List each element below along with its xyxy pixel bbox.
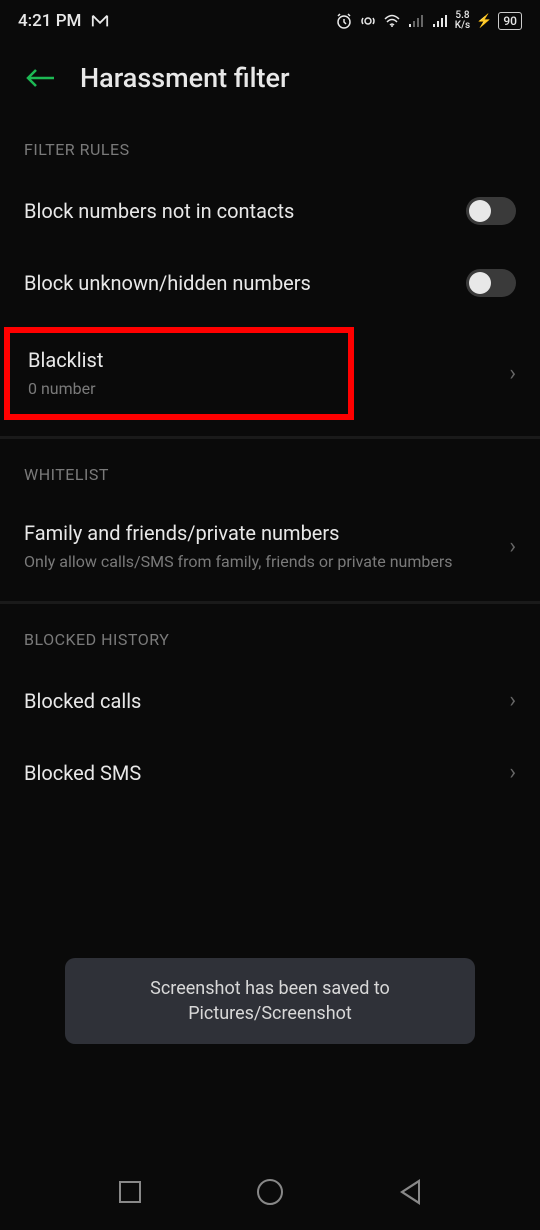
signal-icon-2	[431, 12, 449, 30]
status-time: 4:21 PM	[18, 11, 81, 31]
charging-icon: ⚡	[476, 14, 492, 29]
signal-icon-1	[407, 12, 425, 30]
battery-indicator: 90	[498, 12, 522, 30]
network-speed: 5.8 K/s	[455, 11, 470, 31]
recent-apps-button[interactable]	[115, 1177, 145, 1207]
app-header: Harassment filter	[0, 42, 540, 122]
status-bar: 4:21 PM 5.8 K/s ⚡ 90	[0, 0, 540, 42]
blocked-calls-label: Blocked calls	[24, 688, 509, 714]
row-blocked-calls[interactable]: Blocked calls ›	[0, 665, 540, 737]
row-blocked-sms[interactable]: Blocked SMS ›	[0, 737, 540, 809]
section-blocked-history: BLOCKED HISTORY	[0, 612, 540, 665]
status-right: 5.8 K/s ⚡ 90	[335, 11, 522, 31]
wifi-icon	[383, 12, 401, 30]
chevron-right-icon: ›	[509, 361, 516, 386]
home-button[interactable]	[255, 1177, 285, 1207]
family-title: Family and friends/private numbers	[24, 520, 509, 546]
row-block-not-in-contacts[interactable]: Block numbers not in contacts	[0, 175, 540, 247]
mail-icon	[91, 12, 109, 30]
navigation-bar	[0, 1154, 540, 1230]
toast-notification: Screenshot has been saved to Pictures/Sc…	[65, 958, 475, 1044]
blocked-sms-label: Blocked SMS	[24, 760, 509, 786]
vibrate-icon	[359, 12, 377, 30]
highlight-annotation: Blacklist 0 number	[4, 327, 354, 420]
row-blacklist-container: Blacklist 0 number ›	[0, 319, 540, 428]
back-button[interactable]	[395, 1177, 425, 1207]
toggle-block-contacts[interactable]	[466, 197, 516, 225]
block-unknown-label: Block unknown/hidden numbers	[24, 270, 466, 296]
back-arrow-icon[interactable]	[24, 66, 56, 90]
section-whitelist: WHITELIST	[0, 447, 540, 500]
chevron-right-icon: ›	[509, 760, 516, 785]
chevron-right-icon: ›	[509, 534, 516, 559]
block-contacts-label: Block numbers not in contacts	[24, 198, 466, 224]
blacklist-title[interactable]: Blacklist	[28, 347, 330, 373]
page-title: Harassment filter	[80, 62, 290, 94]
section-filter-rules: FILTER RULES	[0, 122, 540, 175]
row-family-friends[interactable]: Family and friends/private numbers Only …	[0, 500, 540, 593]
status-left: 4:21 PM	[18, 11, 109, 31]
row-block-unknown[interactable]: Block unknown/hidden numbers	[0, 247, 540, 319]
blacklist-subtitle: 0 number	[28, 379, 330, 400]
family-subtitle: Only allow calls/SMS from family, friend…	[24, 552, 509, 573]
divider	[0, 436, 540, 439]
alarm-icon	[335, 12, 353, 30]
toggle-block-unknown[interactable]	[466, 269, 516, 297]
divider	[0, 601, 540, 604]
chevron-right-icon: ›	[509, 688, 516, 713]
